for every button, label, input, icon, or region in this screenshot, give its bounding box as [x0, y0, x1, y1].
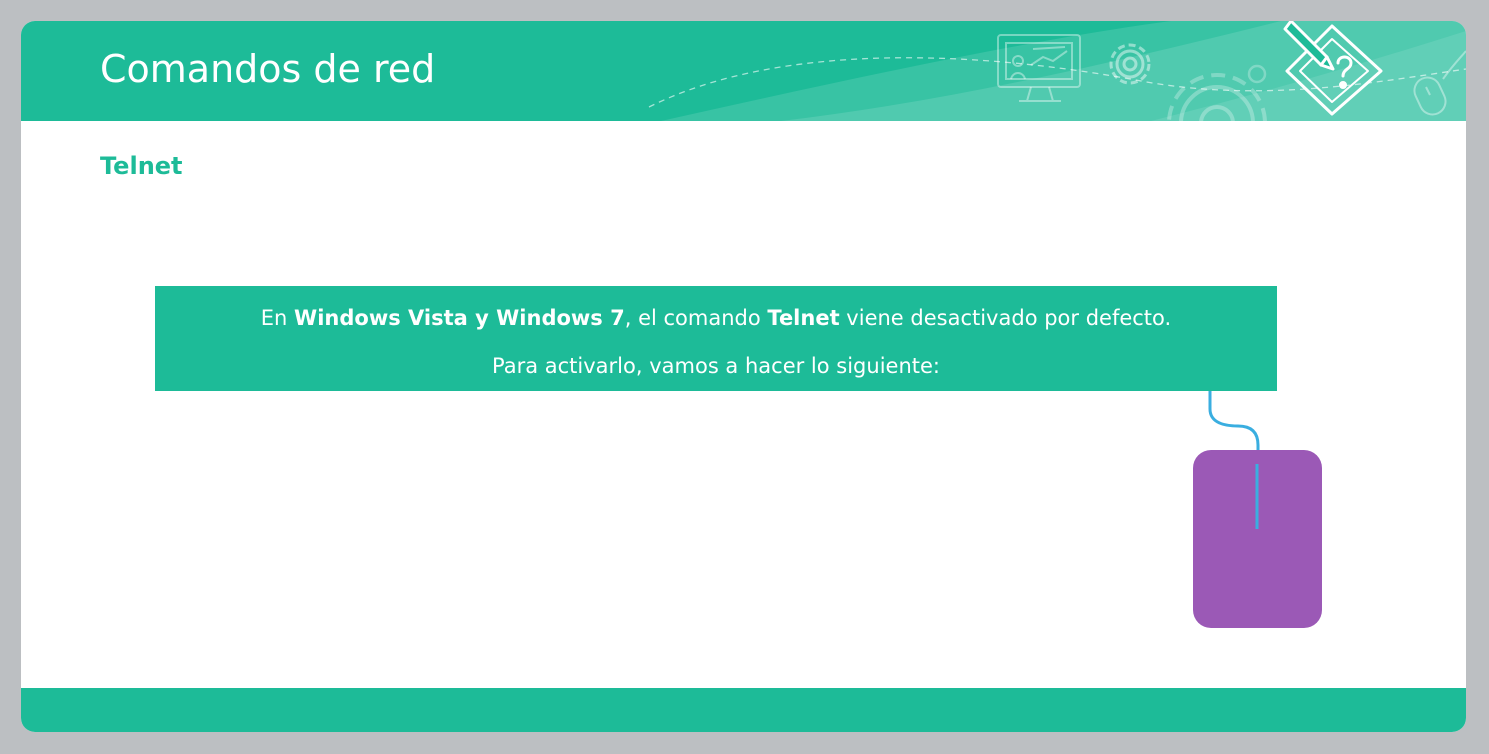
- section-heading: Telnet: [100, 152, 183, 180]
- callout-text: viene desactivado por defecto.: [839, 306, 1172, 330]
- callout-emphasis-os: Windows Vista y Windows 7: [294, 306, 625, 330]
- callout-emphasis-telnet: Telnet: [767, 306, 840, 330]
- callout-line-1: En Windows Vista y Windows 7, el comando…: [155, 306, 1277, 330]
- info-callout: En Windows Vista y Windows 7, el comando…: [155, 286, 1277, 391]
- footer-bar: [21, 688, 1466, 732]
- page-title: Comandos de red: [100, 47, 436, 91]
- slide: Comandos de red Telnet En Windows Vista …: [21, 21, 1466, 732]
- computer-mouse-icon: [1193, 391, 1322, 628]
- header-bar: Comandos de red: [21, 21, 1466, 121]
- callout-text: , el comando: [624, 306, 768, 330]
- callout-text: En: [260, 306, 295, 330]
- callout-line-2: Para activarlo, vamos a hacer lo siguien…: [492, 354, 940, 378]
